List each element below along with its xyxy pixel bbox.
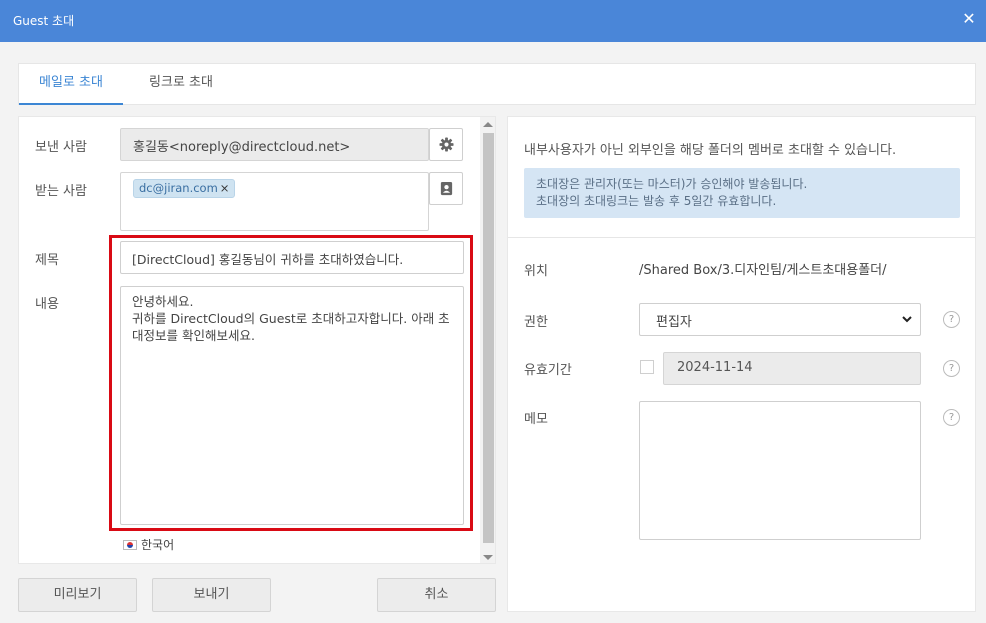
sender-settings-button[interactable] [429, 128, 463, 161]
memo-textarea[interactable] [639, 401, 921, 540]
expiry-date-field: 2024-11-14 [663, 352, 921, 385]
message-body-textarea[interactable]: 안녕하세요. 귀하를 DirectCloud의 Guest로 초대하고자합니다.… [120, 286, 464, 525]
location-value: /Shared Box/3.디자인팀/게스트초대용폴더/ [639, 263, 887, 278]
korea-flag-icon [123, 540, 137, 550]
sender-label: 보낸 사람 [35, 140, 87, 155]
info-line-approval: 초대장은 관리자(또는 마스터)가 승인해야 발송됩니다. [536, 177, 808, 191]
info-notice: 초대장은 관리자(또는 마스터)가 승인해야 발송됩니다. 초대장의 초대링크는… [524, 168, 960, 218]
address-book-icon [440, 181, 453, 196]
info-line-validity: 초대장의 초대링크는 발송 후 5일간 유효합니다. [536, 193, 777, 208]
form-scrollbar[interactable] [480, 117, 495, 563]
email-form-panel: 보낸 사람 홍길동<noreply@directcloud.net> 받는 사람… [18, 116, 496, 564]
permission-label: 권한 [524, 315, 548, 330]
scrollbar-thumb[interactable] [483, 133, 494, 543]
gear-icon [439, 137, 454, 152]
tab-link-invite[interactable]: 링크로 초대 [139, 64, 223, 105]
permission-value: 편집자 [656, 315, 692, 330]
invite-settings-panel: 내부사용자가 아닌 외부인을 해당 폴더의 멤버로 초대할 수 있습니다. 초대… [507, 116, 976, 612]
close-icon[interactable]: ✕ [961, 11, 977, 27]
language-label: 한국어 [141, 538, 175, 552]
tab-email-invite[interactable]: 메일로 초대 [19, 64, 123, 105]
memo-help-icon[interactable]: ? [943, 409, 960, 426]
recipient-field[interactable]: dc@jiran.com × [120, 172, 429, 231]
preview-button[interactable]: 미리보기 [18, 578, 137, 612]
subject-input[interactable]: [DirectCloud] 홍길동님이 귀하를 초대하였습니다. [120, 241, 464, 274]
language-selector[interactable]: 한국어 [123, 536, 174, 553]
send-button[interactable]: 보내기 [152, 578, 271, 612]
invite-tabs: 메일로 초대 링크로 초대 [18, 63, 976, 105]
memo-label: 메모 [524, 412, 548, 427]
subject-label: 제목 [35, 253, 59, 268]
recipient-chip-label: dc@jiran.com [139, 181, 218, 195]
scroll-up-icon[interactable] [483, 122, 493, 127]
body-label: 내용 [35, 297, 59, 312]
location-label: 위치 [524, 264, 548, 279]
dialog-titlebar: Guest 초대 ✕ [0, 0, 986, 42]
scroll-down-icon[interactable] [483, 555, 493, 560]
recipient-label: 받는 사람 [35, 184, 87, 199]
invite-description: 내부사용자가 아닌 외부인을 해당 폴더의 멤버로 초대할 수 있습니다. [524, 143, 897, 158]
address-book-button[interactable] [429, 172, 463, 205]
cancel-button[interactable]: 취소 [377, 578, 496, 612]
sender-field: 홍길동<noreply@directcloud.net> [120, 128, 429, 161]
chevron-down-icon [902, 316, 912, 323]
expiry-label: 유효기간 [524, 363, 572, 378]
expiry-checkbox[interactable] [640, 360, 654, 374]
dialog-title: Guest 초대 [13, 14, 75, 28]
recipient-chip: dc@jiran.com × [133, 179, 236, 198]
expiry-help-icon[interactable]: ? [943, 360, 960, 377]
remove-chip-icon[interactable]: × [220, 181, 230, 195]
divider [508, 237, 975, 238]
permission-select[interactable]: 편집자 [639, 303, 921, 336]
permission-help-icon[interactable]: ? [943, 311, 960, 328]
